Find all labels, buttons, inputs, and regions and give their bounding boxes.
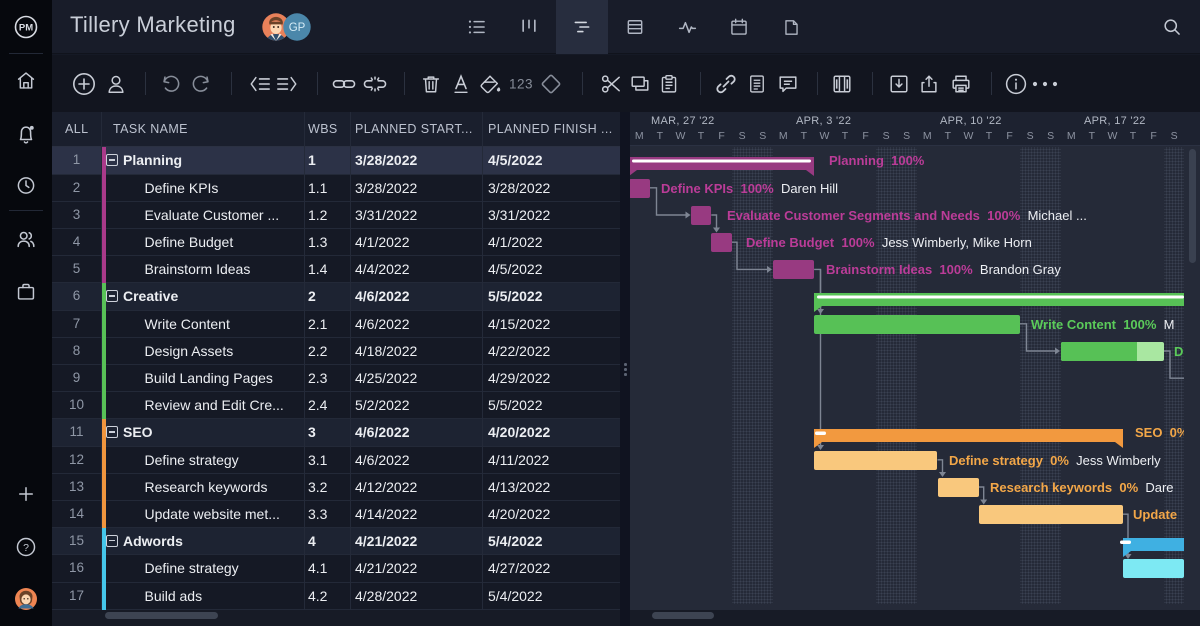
svg-text:PM: PM xyxy=(19,23,33,34)
svg-text:GP: GP xyxy=(289,22,306,34)
svg-text:?: ? xyxy=(23,542,29,554)
